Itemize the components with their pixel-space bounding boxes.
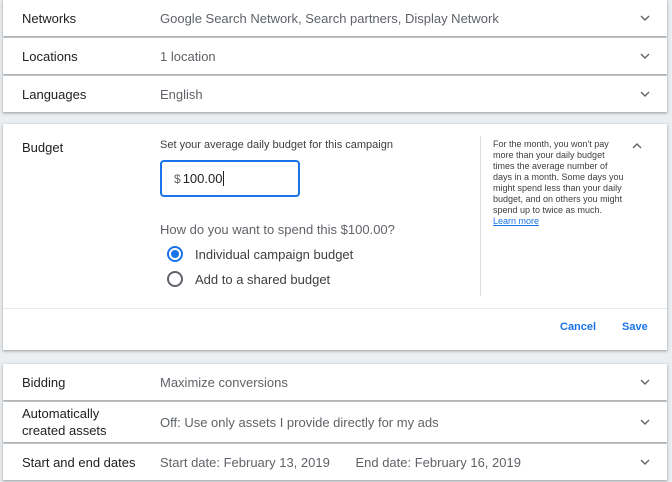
budget-label: Budget (22, 140, 64, 155)
currency-symbol: $ (174, 171, 181, 186)
bidding-section[interactable]: Bidding Maximize conversions (3, 364, 667, 400)
individual-budget-option[interactable]: Individual campaign budget (167, 246, 353, 262)
languages-section[interactable]: Languages English (3, 76, 667, 112)
daily-budget-input[interactable]: $ 100.00 (160, 160, 300, 197)
chevron-down-icon[interactable] (623, 374, 667, 390)
text-caret (223, 171, 225, 186)
networks-label: Networks (22, 10, 77, 26)
assets-section[interactable]: Automatically created assets Off: Use on… (3, 402, 667, 442)
shared-budget-label: Add to a shared budget (195, 271, 331, 287)
assets-label: Automatically created assets (3, 405, 160, 439)
radio-unselected-icon[interactable] (167, 271, 183, 287)
start-date: Start date: February 13, 2019 (160, 454, 330, 470)
chevron-down-icon[interactable] (623, 414, 667, 430)
chevron-up-icon[interactable] (629, 138, 645, 159)
spend-question: How do you want to spend this $100.00? (160, 222, 395, 237)
locations-section[interactable]: Locations 1 location (3, 38, 667, 74)
networks-value: Google Search Network, Search partners, … (160, 10, 499, 26)
budget-help-text: For the month, you won't pay more than y… (493, 139, 625, 227)
learn-more-link[interactable]: Learn more (493, 216, 539, 226)
languages-label: Languages (22, 86, 87, 102)
chevron-down-icon[interactable] (623, 454, 667, 470)
vertical-divider (480, 136, 481, 296)
languages-value: English (160, 86, 203, 102)
dates-section[interactable]: Start and end dates Start date: February… (3, 444, 667, 480)
shared-budget-option[interactable]: Add to a shared budget (167, 271, 330, 287)
chevron-down-icon[interactable] (623, 86, 667, 102)
chevron-down-icon[interactable] (623, 48, 667, 64)
assets-label-line1: Automatically (22, 406, 100, 421)
assets-value: Off: Use only assets I provide directly … (160, 414, 439, 430)
assets-label-line2: created assets (22, 423, 107, 438)
dates-value: Start date: February 13, 2019 End date: … (160, 455, 623, 470)
budget-amount: 100.00 (182, 171, 223, 186)
horizontal-divider (3, 308, 667, 309)
bidding-label: Bidding (22, 374, 66, 390)
radio-selected-icon[interactable] (167, 246, 183, 262)
chevron-down-icon[interactable] (623, 10, 667, 26)
budget-prompt: Set your average daily budget for this c… (160, 139, 393, 151)
bidding-value: Maximize conversions (160, 374, 288, 390)
cancel-button[interactable]: Cancel (560, 321, 596, 333)
dates-label: Start and end dates (22, 454, 136, 470)
individual-budget-label: Individual campaign budget (195, 246, 354, 262)
help-body: For the month, you won't pay more than y… (493, 139, 624, 215)
locations-label: Locations (22, 48, 78, 64)
budget-section: Budget Set your average daily budget for… (3, 124, 667, 350)
locations-value: 1 location (160, 48, 216, 64)
end-date: End date: February 16, 2019 (355, 454, 521, 470)
save-button[interactable]: Save (622, 321, 648, 333)
networks-section[interactable]: Networks Google Search Network, Search p… (3, 0, 667, 36)
